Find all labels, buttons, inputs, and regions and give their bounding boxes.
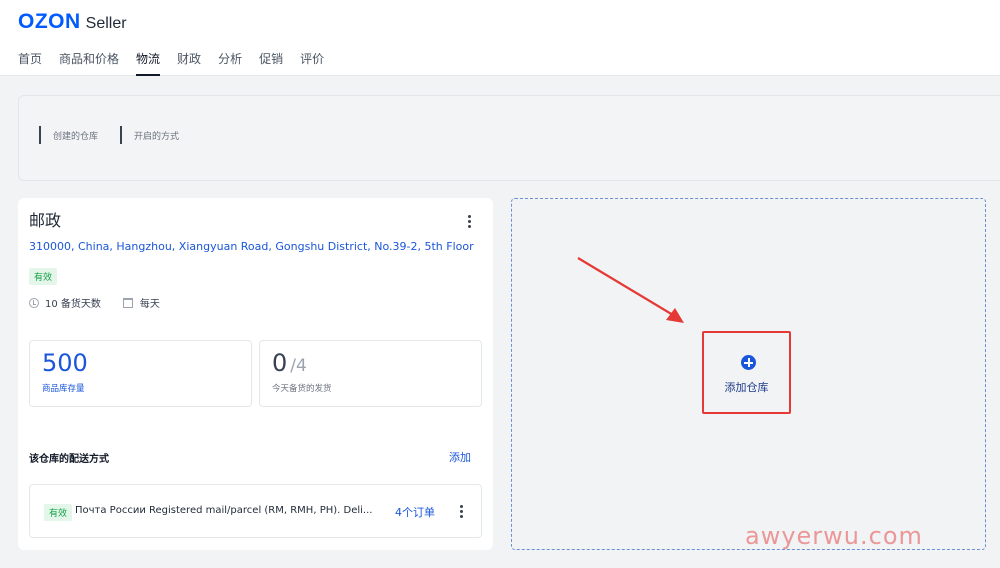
stat-bar xyxy=(120,126,122,144)
method-orders-link[interactable]: 4个订单 xyxy=(395,504,435,520)
today-shipments-label: 今天备货的发货 xyxy=(272,384,332,394)
stock-value: 500 xyxy=(42,349,88,377)
method-more-icon[interactable] xyxy=(460,505,464,520)
method-status-badge: 有效 xyxy=(44,504,73,521)
calendar-icon xyxy=(122,297,133,308)
warehouse-meta: 10 备货天数 每天 xyxy=(29,295,160,310)
schedule: 每天 xyxy=(139,299,160,310)
warehouse-summary-panel: 创建的仓库 开启的方式 xyxy=(18,95,1000,181)
top-header: OZON Seller 首页 商品和价格 物流 财政 分析 促销 评价 xyxy=(0,0,1000,76)
red-arrow-annotation xyxy=(577,257,684,323)
today-shipments-value: 0/4 xyxy=(272,349,307,377)
nav-item-reviews[interactable]: 评价 xyxy=(300,50,324,76)
nav-item-promotions[interactable]: 促销 xyxy=(259,50,283,76)
warehouse-more-icon[interactable] xyxy=(468,215,472,230)
prep-days: 10 备货天数 xyxy=(45,299,101,310)
shipments-count: 0 xyxy=(272,349,288,377)
logo-seller: Seller xyxy=(85,15,127,32)
delivery-methods-title: 该仓库的配送方式 xyxy=(29,454,109,465)
nav-item-home[interactable]: 首页 xyxy=(18,50,42,76)
created-warehouses-stat: 创建的仓库 xyxy=(39,126,98,144)
enabled-methods-label: 开启的方式 xyxy=(134,131,180,142)
add-warehouse-button[interactable]: 添加仓库 xyxy=(702,331,791,414)
add-warehouse-label: 添加仓库 xyxy=(724,381,769,394)
enabled-methods-stat: 开启的方式 xyxy=(120,126,179,144)
watermark: awyerwu.com xyxy=(745,522,923,550)
warehouse-card: 邮政 310000, China, Hangzhou, Xiangyuan Ro… xyxy=(18,198,493,550)
delivery-method-row[interactable]: 有效 Почта России Registered mail/parcel (… xyxy=(29,484,482,538)
today-shipments-metric: 0/4 今天备货的发货 xyxy=(259,340,482,407)
stock-metric[interactable]: 500 商品库存量 xyxy=(29,340,252,407)
created-warehouses-label: 创建的仓库 xyxy=(53,131,99,142)
logo-ozon: OZON xyxy=(18,10,81,33)
nav-item-analytics[interactable]: 分析 xyxy=(218,50,242,76)
add-delivery-method-link[interactable]: 添加 xyxy=(449,449,471,465)
method-name: Почта России Registered mail/parcel (RM,… xyxy=(75,505,373,516)
nav-item-finance[interactable]: 财政 xyxy=(177,50,201,76)
warehouse-address[interactable]: 310000, China, Hangzhou, Xiangyuan Road,… xyxy=(29,240,474,253)
nav-item-products-prices[interactable]: 商品和价格 xyxy=(59,50,119,76)
main-nav: 首页 商品和价格 物流 财政 分析 促销 评价 xyxy=(18,50,341,76)
nav-item-logistics[interactable]: 物流 xyxy=(136,50,161,76)
ozon-seller-logo[interactable]: OZON Seller xyxy=(18,10,127,34)
shipments-limit: /4 xyxy=(290,356,307,376)
warehouse-name: 邮政 xyxy=(29,211,62,230)
plus-circle-icon xyxy=(741,355,756,370)
clock-icon xyxy=(29,297,39,308)
stock-label: 商品库存量 xyxy=(42,384,85,394)
status-badge: 有效 xyxy=(29,268,58,285)
stat-bar xyxy=(39,126,41,144)
